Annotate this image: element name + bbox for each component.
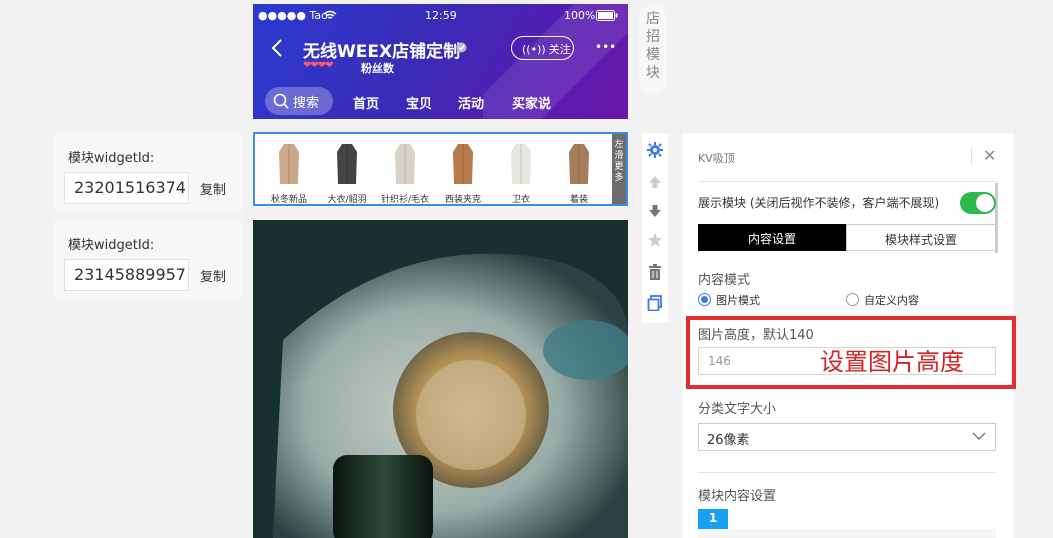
category-item[interactable]: 针织衫/毛衣 [381, 140, 429, 205]
nav-item-home[interactable]: 首页 [353, 93, 379, 112]
battery-icon [596, 10, 618, 21]
rating-hearts: ❤❤❤❤ [303, 60, 333, 71]
chevron-down-icon [972, 432, 986, 440]
show-module-toggle[interactable] [960, 192, 996, 214]
garment-icon [451, 142, 475, 186]
star-icon[interactable] [647, 232, 663, 248]
gear-icon[interactable] [647, 142, 663, 158]
search-button[interactable]: 搜索 [265, 87, 333, 115]
nav-item-activities[interactable]: 活动 [458, 93, 484, 112]
category-item[interactable]: 大衣/貂羽 [323, 140, 371, 205]
module-toolbar [642, 133, 668, 323]
content-item-area [698, 529, 996, 538]
wifi-icon [323, 10, 337, 19]
search-label: 搜索 [293, 96, 320, 111]
divider [698, 181, 998, 182]
radio-image-mode-label: 图片模式 [716, 294, 760, 307]
module-content-label: 模块内容设置 [698, 489, 777, 504]
garment-icon [509, 142, 533, 186]
radio-custom-content[interactable]: 自定义内容 [846, 292, 919, 308]
category-item[interactable]: 西装夹克 [439, 140, 487, 205]
tab-content-settings[interactable]: 内容设置 [698, 224, 846, 251]
category-item[interactable]: 着装 [555, 140, 603, 205]
nav-item-reviews[interactable]: 买家说 [512, 93, 551, 112]
fans-label: 粉丝数 [361, 62, 394, 75]
radio-selected-icon [698, 293, 711, 306]
status-time: 12:59 [425, 9, 457, 22]
widget-id-label: 模块widgetId: [68, 238, 155, 253]
widget-id-label: 模块widgetId: [68, 151, 155, 166]
widget-id-field[interactable]: 23201516374 [64, 172, 189, 204]
garment-icon [393, 142, 417, 186]
category-label: 西装夹克 [444, 195, 481, 205]
garment-icon [335, 142, 359, 186]
shop-sign-module-label: 店招模块 [646, 11, 660, 81]
content-item-badge[interactable]: 1 [698, 509, 728, 529]
status-carrier: ●●●●● Tao [258, 9, 328, 22]
content-mode-label: 内容模式 [698, 273, 751, 288]
follow-label: 关注 [548, 43, 571, 56]
radio-image-mode[interactable]: 图片模式 [698, 292, 760, 308]
show-module-label: 展示模块 (关闭后视作不装修，客户端不展现) [698, 196, 940, 210]
product-photo [253, 220, 628, 538]
more-icon[interactable]: ••• [595, 40, 616, 54]
widget-card-2: 模块widgetId: 23145889957 复制 [53, 220, 243, 299]
font-size-label: 分类文字大小 [698, 402, 777, 417]
back-icon[interactable] [271, 38, 283, 58]
trash-icon[interactable] [647, 264, 663, 280]
font-size-value: 26像素 [707, 433, 750, 448]
hero-image [253, 220, 628, 538]
divider [971, 148, 972, 164]
category-item[interactable]: 卫衣 [497, 140, 545, 205]
shop-header-preview[interactable]: ●●●●● Tao 12:59 100% 无线WEEX店铺定制 ❤❤❤❤ 粉丝数… [253, 4, 628, 119]
arrow-down-icon[interactable] [647, 203, 663, 219]
broadcast-icon: ((•)) [522, 43, 546, 56]
widget-card-1: 模块widgetId: 23201516374 复制 [53, 133, 243, 212]
search-icon [273, 93, 289, 109]
swipe-more-hint[interactable]: 左滑更多 [612, 134, 626, 204]
copy-button[interactable]: 复制 [200, 266, 226, 285]
widget-id-field[interactable]: 23145889957 [64, 259, 189, 291]
close-icon[interactable]: ✕ [983, 146, 996, 165]
swipe-more-label: 左滑更多 [614, 140, 624, 183]
follow-button[interactable]: ((•)) 关注 [511, 36, 574, 60]
divider [698, 472, 996, 473]
category-label: 着装 [569, 195, 588, 205]
garment-icon [277, 142, 301, 186]
header-decoration [483, 4, 628, 119]
category-label: 秋冬新品 [270, 195, 307, 205]
category-strip[interactable]: 秋冬新品 大衣/貂羽 针织衫/毛衣 西装夹克 卫衣 着装 左滑更多 [253, 132, 628, 206]
status-battery: 100% [564, 9, 596, 22]
toggle-knob [976, 194, 994, 212]
category-item[interactable]: 秋冬新品 [265, 140, 313, 205]
tab-style-settings[interactable]: 模块样式设置 [846, 224, 996, 251]
copy-icon[interactable] [647, 295, 663, 311]
category-label: 大衣/貂羽 [327, 195, 367, 205]
font-size-select[interactable]: 26像素 [698, 423, 996, 451]
arrow-up-icon[interactable] [647, 174, 663, 190]
garment-icon [567, 142, 591, 186]
shop-title: 无线WEEX店铺定制 [303, 42, 461, 62]
verified-icon [456, 42, 467, 53]
radio-custom-content-label: 自定义内容 [864, 294, 919, 307]
copy-button[interactable]: 复制 [200, 179, 226, 198]
category-label: 针织衫/毛衣 [380, 195, 430, 205]
panel-title: KV吸顶 [698, 152, 735, 165]
shop-sign-module-tag[interactable]: 店招模块 [639, 4, 667, 94]
annotation-text: 设置图片高度 [820, 348, 964, 376]
nav-item-products[interactable]: 宝贝 [406, 93, 432, 112]
radio-unselected-icon [846, 293, 859, 306]
category-label: 卫衣 [511, 195, 530, 205]
